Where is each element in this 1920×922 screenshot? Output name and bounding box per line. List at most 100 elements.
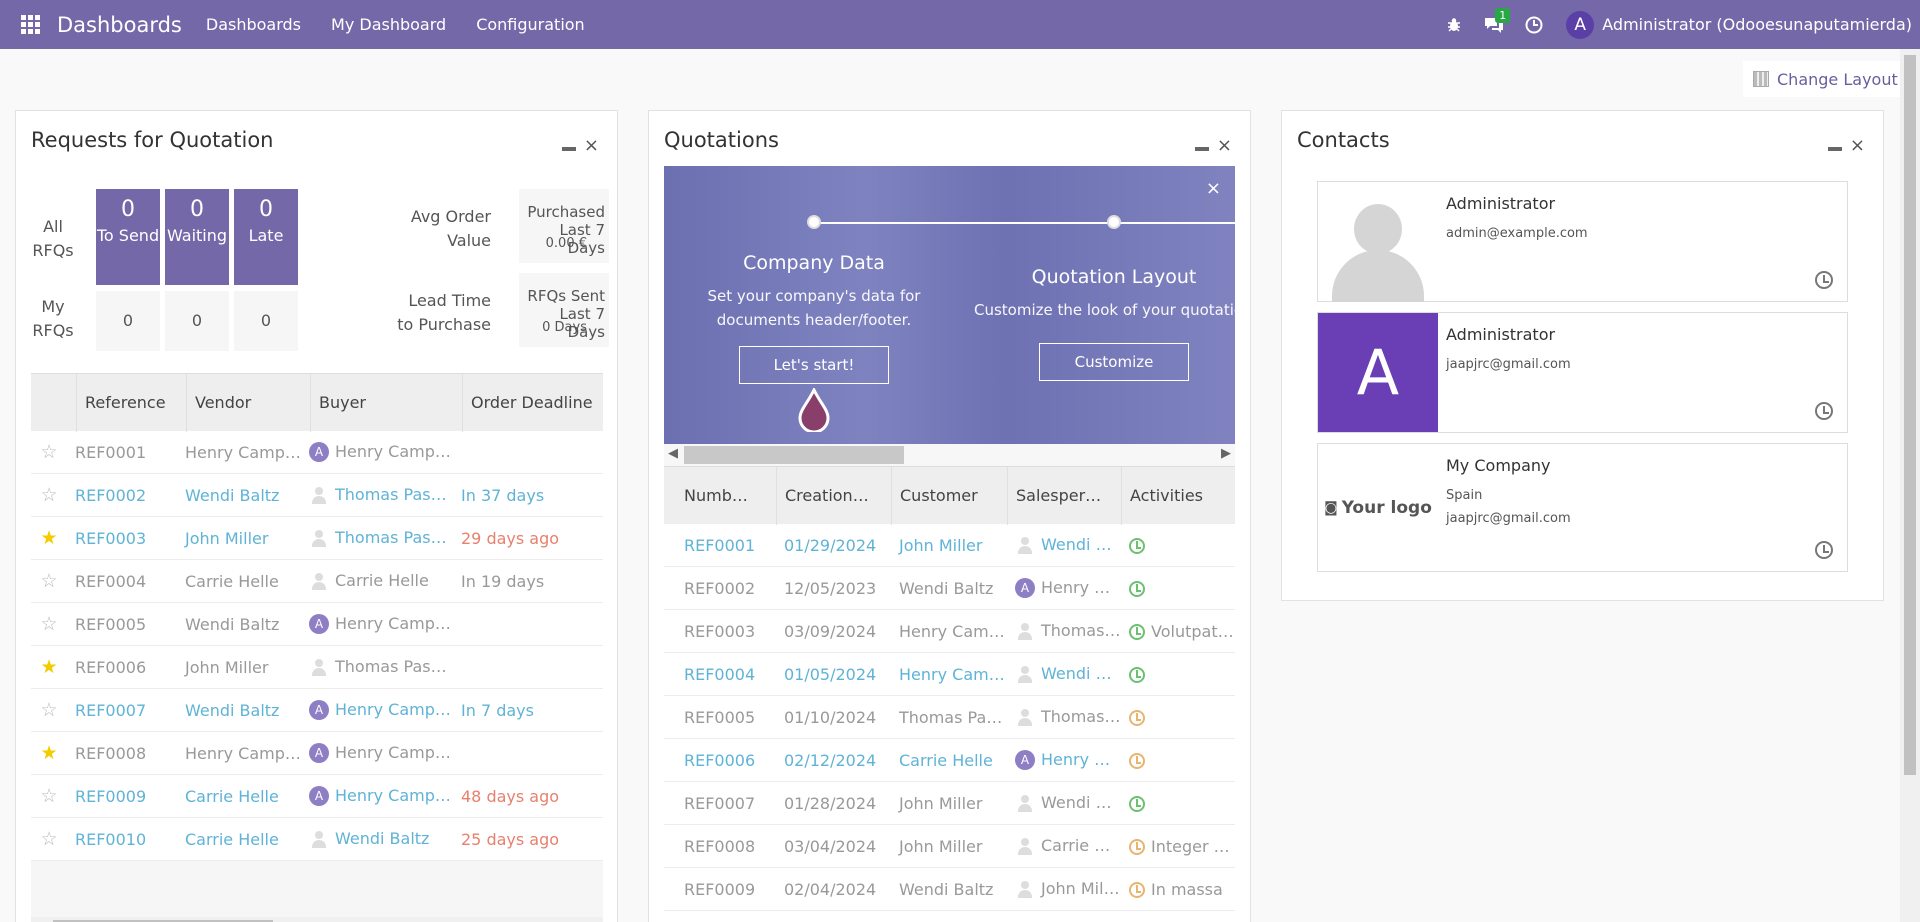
quotation-number: REF0009	[684, 879, 756, 899]
app-title[interactable]: Dashboards	[57, 13, 182, 37]
quotation-row[interactable]: REF0008 03/04/2024 John Miller Carrie H… Int…	[664, 825, 1235, 868]
quotation-customer: Henry Camp…	[899, 664, 1007, 684]
minimize-icon[interactable]	[1194, 147, 1209, 151]
rfq-horizontal-scrollbar[interactable]	[31, 917, 603, 922]
quotation-row[interactable]: REF0004 01/05/2024 Henry Camp… Wendi B…	[664, 653, 1235, 696]
star-outline-icon[interactable]: ☆	[31, 484, 67, 506]
waiting-box[interactable]: 0 Waiting	[165, 189, 229, 285]
activity-clock-icon[interactable]	[1129, 710, 1145, 726]
star-outline-icon[interactable]: ☆	[31, 441, 67, 463]
rfq-row[interactable]: ☆ REF0009 Carrie Helle A Henry Campb… 48 days…	[31, 775, 603, 818]
activity-clock-icon[interactable]	[1129, 839, 1145, 855]
late-box[interactable]: 0 Late	[234, 189, 298, 285]
quotation-row[interactable]: REF0003 03/09/2024 Henry Camp… Thomas … Volu…	[664, 610, 1235, 653]
activity-clock-icon[interactable]	[1514, 16, 1554, 34]
header-vendor[interactable]: Vendor	[186, 373, 310, 432]
star-filled-icon[interactable]: ★	[31, 742, 67, 764]
buyer-avatar: A	[309, 700, 329, 721]
rfq-vendor: Henry Campb…	[185, 743, 301, 763]
activity-clock-icon[interactable]	[1129, 538, 1145, 554]
rfq-row[interactable]: ★ REF0003 John Miller Thomas Passot 29 days …	[31, 517, 603, 560]
minimize-icon[interactable]	[1827, 147, 1842, 151]
quotation-row[interactable]: REF0007 01/28/2024 John Miller Wendi B…	[664, 782, 1235, 825]
quotations-horizontal-scrollbar[interactable]: ◀ ▶	[664, 444, 1235, 466]
my-late-box[interactable]: 0	[234, 291, 298, 351]
quotations-scroll-thumb[interactable]	[684, 446, 904, 464]
contact-card[interactable]: A Administrator jaapjrc@gmail.com	[1317, 312, 1848, 433]
rfq-row[interactable]: ☆ REF0005 Wendi Baltz A Henry Campb…	[31, 603, 603, 646]
camera-icon: ◙	[1324, 499, 1338, 516]
header-salesperson[interactable]: Salesper…	[1007, 466, 1121, 525]
rfq-buyer-name: Henry Campb…	[335, 441, 453, 461]
rfq-row[interactable]: ★ REF0006 John Miller Thomas Passot	[31, 646, 603, 689]
quotation-row[interactable]: REF0009 02/04/2024 Wendi Baltz John Mill… In…	[664, 868, 1235, 911]
quotation-row[interactable]: REF0005 01/10/2024 Thomas Pass… Thomas …	[664, 696, 1235, 739]
quotation-row[interactable]: REF0001 01/29/2024 John Miller Wendi B…	[664, 524, 1235, 567]
star-filled-icon[interactable]: ★	[31, 656, 67, 678]
header-order-deadline[interactable]: Order Deadline	[462, 373, 603, 432]
quotation-row[interactable]: REF0006 02/12/2024 Carrie Helle A Henry C…	[664, 739, 1235, 782]
activity-clock-icon[interactable]	[1129, 753, 1145, 769]
activity-clock-icon[interactable]	[1129, 624, 1145, 640]
activity-clock-icon[interactable]	[1815, 271, 1833, 289]
scroll-left-arrow-icon[interactable]: ◀	[668, 446, 678, 461]
debug-bug-icon[interactable]	[1434, 17, 1474, 33]
onboarding-close-icon[interactable]: ×	[1206, 178, 1221, 199]
rfq-row[interactable]: ★ REF0008 Henry Campb… A Henry Campb…	[31, 732, 603, 775]
close-icon[interactable]: ×	[584, 137, 599, 155]
contact-card[interactable]: ◙ Your logo My Company Spain jaapjrc@gma…	[1317, 443, 1848, 572]
quotation-row[interactable]: REF0002 12/05/2023 Wendi Baltz A Henry C…	[664, 567, 1235, 610]
header-number[interactable]: Numb…	[664, 467, 776, 525]
apps-grid-icon[interactable]	[21, 14, 41, 35]
my-to-send-box[interactable]: 0	[96, 291, 160, 351]
header-reference[interactable]: Reference	[76, 373, 186, 432]
customize-button[interactable]: Customize	[1039, 343, 1189, 381]
quotation-customer: Wendi Baltz	[899, 578, 994, 598]
star-outline-icon[interactable]: ☆	[31, 699, 67, 721]
all-rfqs-label: All RFQs	[32, 217, 74, 260]
activity-clock-icon[interactable]	[1129, 581, 1145, 597]
close-icon[interactable]: ×	[1217, 137, 1232, 155]
rfq-panel-title: Requests for Quotation	[31, 128, 274, 152]
activity-clock-icon[interactable]	[1129, 667, 1145, 683]
messages-icon[interactable]: 1	[1474, 7, 1514, 34]
star-outline-icon[interactable]: ☆	[31, 570, 67, 592]
header-creation-date[interactable]: Creation…	[776, 466, 891, 525]
header-activities[interactable]: Activities	[1121, 466, 1235, 525]
activity-clock-icon[interactable]	[1129, 796, 1145, 812]
menu-my-dashboard[interactable]: My Dashboard	[331, 15, 446, 34]
activity-clock-icon[interactable]	[1815, 541, 1833, 559]
rfq-row[interactable]: ☆ REF0004 Carrie Helle Carrie Helle In 19 da…	[31, 560, 603, 603]
quotation-salesperson: Thomas …	[1007, 707, 1121, 728]
user-menu[interactable]: A Administrator (Odooesunaputamierda)	[1566, 10, 1912, 39]
lets-start-button[interactable]: Let's start!	[739, 346, 889, 384]
star-outline-icon[interactable]: ☆	[31, 613, 67, 635]
to-send-box[interactable]: 0 To Send	[96, 189, 160, 285]
activity-clock-icon[interactable]	[1815, 402, 1833, 420]
contact-email: jaapjrc@gmail.com	[1446, 511, 1571, 526]
star-filled-icon[interactable]: ★	[31, 527, 67, 549]
header-buyer[interactable]: Buyer	[310, 373, 462, 432]
rfq-row[interactable]: ☆ REF0010 Carrie Helle Wendi Baltz 25 days a…	[31, 818, 603, 861]
rfq-order-deadline: 25 days ago	[461, 829, 560, 849]
star-outline-icon[interactable]: ☆	[31, 785, 67, 807]
my-waiting-box[interactable]: 0	[165, 291, 229, 351]
close-icon[interactable]: ×	[1850, 137, 1865, 155]
rfq-vendor: John Miller	[185, 657, 269, 677]
rfq-row[interactable]: ☆ REF0001 Henry Campb… A Henry Campb…	[31, 431, 603, 474]
contact-card[interactable]: Administrator admin@example.com	[1317, 181, 1848, 302]
scroll-right-arrow-icon[interactable]: ▶	[1221, 446, 1231, 461]
rfq-reference: REF0001	[75, 442, 147, 462]
page-scroll-thumb[interactable]	[1904, 55, 1916, 775]
rfq-row[interactable]: ☆ REF0007 Wendi Baltz A Henry Campb… In 7 day…	[31, 689, 603, 732]
rfq-row[interactable]: ☆ REF0002 Wendi Baltz Thomas Passot In 37 da…	[31, 474, 603, 517]
activity-clock-icon[interactable]	[1129, 882, 1145, 898]
star-outline-icon[interactable]: ☆	[31, 828, 67, 850]
page-vertical-scrollbar[interactable]	[1900, 49, 1920, 922]
menu-dashboards[interactable]: Dashboards	[206, 15, 301, 34]
minimize-icon[interactable]	[561, 147, 576, 151]
menu-configuration[interactable]: Configuration	[476, 15, 585, 34]
change-layout-button[interactable]: Change Layout	[1743, 61, 1908, 97]
header-customer[interactable]: Customer	[891, 466, 1007, 525]
rfq-panel-controls: ×	[561, 137, 599, 155]
